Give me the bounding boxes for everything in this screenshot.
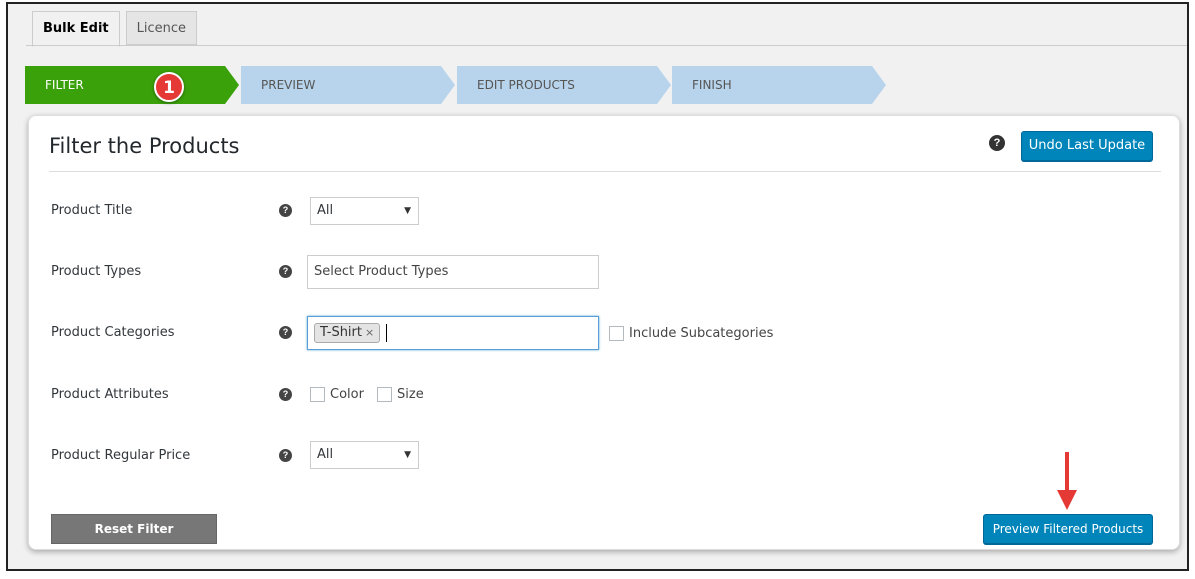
product-types-label: Product Types bbox=[51, 264, 142, 279]
tab-divider bbox=[26, 45, 1187, 46]
include-subcategories-label: Include Subcategories bbox=[629, 326, 774, 341]
attribute-size-label: Size bbox=[397, 387, 424, 402]
filter-panel: Filter the Products ? Undo Last Update P… bbox=[28, 115, 1180, 550]
product-title-label: Product Title bbox=[51, 203, 133, 218]
panel-title: Filter the Products bbox=[49, 134, 240, 158]
product-title-select[interactable]: All ▼ bbox=[310, 197, 419, 225]
step-edit-products: EDIT PRODUCTS bbox=[457, 66, 671, 104]
preview-filtered-products-button[interactable]: Preview Filtered Products bbox=[983, 514, 1153, 544]
attribute-size-checkbox[interactable] bbox=[377, 387, 392, 402]
step-finish: FINISH bbox=[672, 66, 886, 104]
help-icon[interactable]: ? bbox=[989, 135, 1005, 151]
tab-licence[interactable]: Licence bbox=[125, 11, 198, 45]
step-filter: FILTER bbox=[25, 66, 239, 104]
chip-remove-icon[interactable]: × bbox=[365, 326, 374, 339]
category-chip-label: T-Shirt bbox=[320, 325, 362, 340]
product-attributes-label: Product Attributes bbox=[51, 387, 169, 402]
app-frame: Bulk Edit Licence FILTER PREVIEW EDIT PR… bbox=[6, 2, 1189, 571]
help-icon[interactable]: ? bbox=[279, 449, 292, 462]
product-title-value: All bbox=[317, 203, 334, 218]
text-caret bbox=[386, 324, 387, 342]
category-chip: T-Shirt × bbox=[314, 323, 381, 343]
dropdown-arrow-icon: ▼ bbox=[404, 206, 411, 216]
panel-divider bbox=[49, 171, 1161, 172]
product-regular-price-label: Product Regular Price bbox=[51, 448, 191, 463]
attribute-color-label: Color bbox=[330, 387, 364, 402]
help-icon[interactable]: ? bbox=[279, 204, 292, 217]
help-icon[interactable]: ? bbox=[279, 265, 292, 278]
dropdown-arrow-icon: ▼ bbox=[404, 450, 411, 460]
reset-filter-button[interactable]: Reset Filter bbox=[51, 514, 217, 544]
annotation-arrow-icon bbox=[1057, 452, 1077, 510]
help-icon[interactable]: ? bbox=[279, 326, 292, 339]
tab-bulk-edit[interactable]: Bulk Edit bbox=[32, 11, 120, 47]
undo-last-update-button[interactable]: Undo Last Update bbox=[1021, 131, 1153, 161]
help-icon[interactable]: ? bbox=[279, 388, 292, 401]
step-number-badge: 1 bbox=[154, 72, 184, 102]
product-regular-price-select[interactable]: All ▼ bbox=[310, 441, 419, 469]
product-regular-price-value: All bbox=[317, 447, 334, 462]
include-subcategories-checkbox[interactable] bbox=[609, 326, 624, 341]
attribute-color-checkbox[interactable] bbox=[310, 387, 325, 402]
product-categories-label: Product Categories bbox=[51, 325, 175, 340]
product-types-input[interactable]: Select Product Types bbox=[307, 255, 599, 289]
step-preview: PREVIEW bbox=[241, 66, 455, 104]
product-categories-input[interactable]: T-Shirt × bbox=[307, 316, 599, 350]
tab-bar: Bulk Edit Licence bbox=[32, 11, 203, 47]
